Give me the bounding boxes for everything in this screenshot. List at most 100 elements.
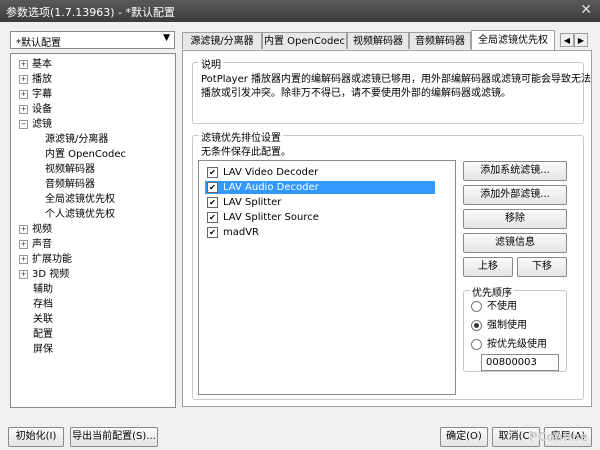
tab-label: 音频解码器	[415, 36, 465, 47]
expand-icon[interactable]: +	[19, 269, 28, 279]
tab-opencodec[interactable]: 内置 OpenCodec	[262, 32, 347, 49]
tab-label: 内置 OpenCodec	[264, 36, 345, 47]
tree-item[interactable]: 辅助	[33, 283, 53, 297]
tree-item[interactable]: + 字幕	[19, 88, 52, 102]
tree-item-label: 播放	[32, 74, 52, 85]
tree-item-label: 配置	[33, 329, 53, 340]
tree-item[interactable]: + 基本	[19, 58, 52, 72]
expand-icon[interactable]: +	[19, 59, 28, 69]
filter-name: LAV Audio Decoder	[223, 182, 319, 193]
preset-dropdown[interactable]: *默认配置 ▼	[10, 31, 175, 49]
tree-item[interactable]: 配置	[33, 328, 53, 342]
tree-item-label: 设备	[32, 104, 52, 115]
expand-icon[interactable]: +	[19, 254, 28, 264]
tree-item[interactable]: 视频解码器	[45, 163, 95, 177]
tab-global-filter-priority[interactable]: 全局滤镜优先权	[471, 30, 555, 50]
collapse-icon[interactable]: −	[19, 119, 28, 129]
tree-item[interactable]: + 播放	[19, 73, 52, 87]
radio-priority-use[interactable]: 按优先级使用	[471, 338, 547, 352]
tree-item-label: 字幕	[32, 89, 52, 100]
radio-label: 强制使用	[487, 320, 527, 331]
radio-label: 按优先级使用	[487, 339, 547, 350]
tree-item-label: 3D 视频	[32, 269, 70, 280]
tree-item[interactable]: 存档	[33, 298, 53, 312]
tree-item-label: 声音	[32, 239, 52, 250]
add-external-filter-button[interactable]: 添加外部滤镜...	[463, 185, 567, 205]
radio-icon	[471, 319, 482, 331]
radio-label: 不使用	[487, 301, 517, 312]
tree-item[interactable]: 源滤镜/分离器	[45, 133, 108, 147]
expand-icon[interactable]: +	[19, 104, 28, 114]
tab-video-decoder[interactable]: 视频解码器	[347, 32, 409, 49]
tree-item[interactable]: 内置 OpenCodec	[45, 148, 126, 162]
tree-item-label: 源滤镜/分离器	[45, 134, 109, 145]
priority-subtitle: 无条件保存此配置。	[201, 147, 291, 158]
tree-item[interactable]: + 声音	[19, 238, 52, 252]
checkbox-icon[interactable]: ✔	[207, 181, 218, 193]
tree-item-label: 滤镜	[32, 119, 52, 130]
tree-item-label: 视频	[32, 224, 52, 235]
tree-item[interactable]: 个人滤镜优先权	[45, 208, 115, 222]
radio-force-use[interactable]: 强制使用	[471, 319, 527, 333]
tab-label: 全局滤镜优先权	[478, 35, 548, 46]
filter-list-item[interactable]: ✔ LAV Splitter	[205, 196, 435, 209]
tab-prev-icon[interactable]: ◀	[560, 33, 574, 47]
filter-list[interactable]: ✔ LAV Video Decoder ✔ LAV Audio Decoder ✔ LAV…	[198, 160, 456, 395]
checkbox-icon[interactable]: ✔	[207, 211, 218, 223]
tree-item[interactable]: + 设备	[19, 103, 52, 117]
move-down-button[interactable]: 下移	[517, 257, 567, 277]
checkbox-icon[interactable]: ✔	[207, 166, 218, 178]
settings-tree[interactable]: + 基本 + 播放 + 字幕 + 设备 − 滤镜 源滤镜/分离器 内置 OpenCodec 视频解码器音…	[10, 53, 176, 408]
description-legend: 说明	[199, 56, 223, 71]
tab-label: 视频解码器	[353, 36, 403, 47]
add-system-filter-button[interactable]: 添加系统滤镜...	[463, 161, 567, 181]
close-icon[interactable]: ✕	[580, 2, 592, 18]
tree-item[interactable]: 屏保	[33, 343, 53, 357]
filter-list-item[interactable]: ✔ madVR	[205, 226, 435, 239]
tab-next-icon[interactable]: ▶	[574, 33, 588, 47]
radio-not-use[interactable]: 不使用	[471, 300, 517, 314]
window-title: 参数选项(1.7.13963) - *默认配置	[6, 6, 176, 19]
tree-item-label: 内置 OpenCodec	[45, 149, 126, 160]
priority-value-field[interactable]: 00800003	[481, 354, 559, 371]
tree-item[interactable]: 全局滤镜优先权	[45, 193, 115, 207]
expand-icon[interactable]: +	[19, 74, 28, 84]
remove-button[interactable]: 移除	[463, 209, 567, 229]
init-button[interactable]: 初始化(I)	[8, 427, 64, 447]
filter-name: madVR	[223, 227, 260, 238]
expand-icon[interactable]: +	[19, 239, 28, 249]
tree-item[interactable]: + 视频	[19, 223, 52, 237]
description-group: 说明 PotPlayer 播放器内置的编解码器或滤镜已够用，用外部编解码器或滤镜…	[192, 56, 591, 124]
tree-item-label: 视频解码器	[45, 164, 95, 175]
tab-source-filter[interactable]: 源滤镜/分离器	[182, 32, 262, 49]
tree-item[interactable]: + 扩展功能	[19, 253, 72, 267]
tree-item[interactable]: 音频解码器	[45, 178, 95, 192]
tree-item[interactable]: +3D 视频	[19, 268, 69, 282]
filter-list-item[interactable]: ✔ LAV Audio Decoder	[205, 181, 435, 194]
tree-item[interactable]: − 滤镜	[19, 118, 52, 132]
expand-icon[interactable]: +	[19, 89, 28, 99]
preset-value: *默认配置	[16, 38, 61, 49]
filter-list-item[interactable]: ✔ LAV Video Decoder	[205, 166, 435, 179]
move-up-button[interactable]: 上移	[463, 257, 513, 277]
tree-item-label: 个人滤镜优先权	[45, 209, 115, 220]
watermark-text: PConline	[528, 430, 588, 444]
order-legend: 优先顺序	[470, 284, 514, 299]
filter-info-button[interactable]: 滤镜信息	[463, 233, 567, 253]
filter-list-item[interactable]: ✔ LAV Splitter Source	[205, 211, 435, 224]
tree-item-label: 存档	[33, 299, 53, 310]
checkbox-icon[interactable]: ✔	[207, 196, 218, 208]
tree-item-label: 屏保	[33, 344, 53, 355]
expand-icon[interactable]: +	[19, 224, 28, 234]
priority-value: 00800003	[486, 357, 537, 368]
radio-icon	[471, 338, 482, 350]
checkbox-icon[interactable]: ✔	[207, 226, 218, 238]
ok-button[interactable]: 确定(O)	[440, 427, 488, 447]
chevron-down-icon: ▼	[163, 33, 170, 43]
tree-item-label: 扩展功能	[32, 254, 72, 265]
tab-audio-decoder[interactable]: 音频解码器	[409, 32, 471, 49]
title-bar: 参数选项(1.7.13963) - *默认配置 ✕	[0, 0, 600, 22]
radio-icon	[471, 300, 482, 312]
export-config-button[interactable]: 导出当前配置(S)...	[70, 427, 158, 447]
tree-item[interactable]: 关联	[33, 313, 53, 327]
